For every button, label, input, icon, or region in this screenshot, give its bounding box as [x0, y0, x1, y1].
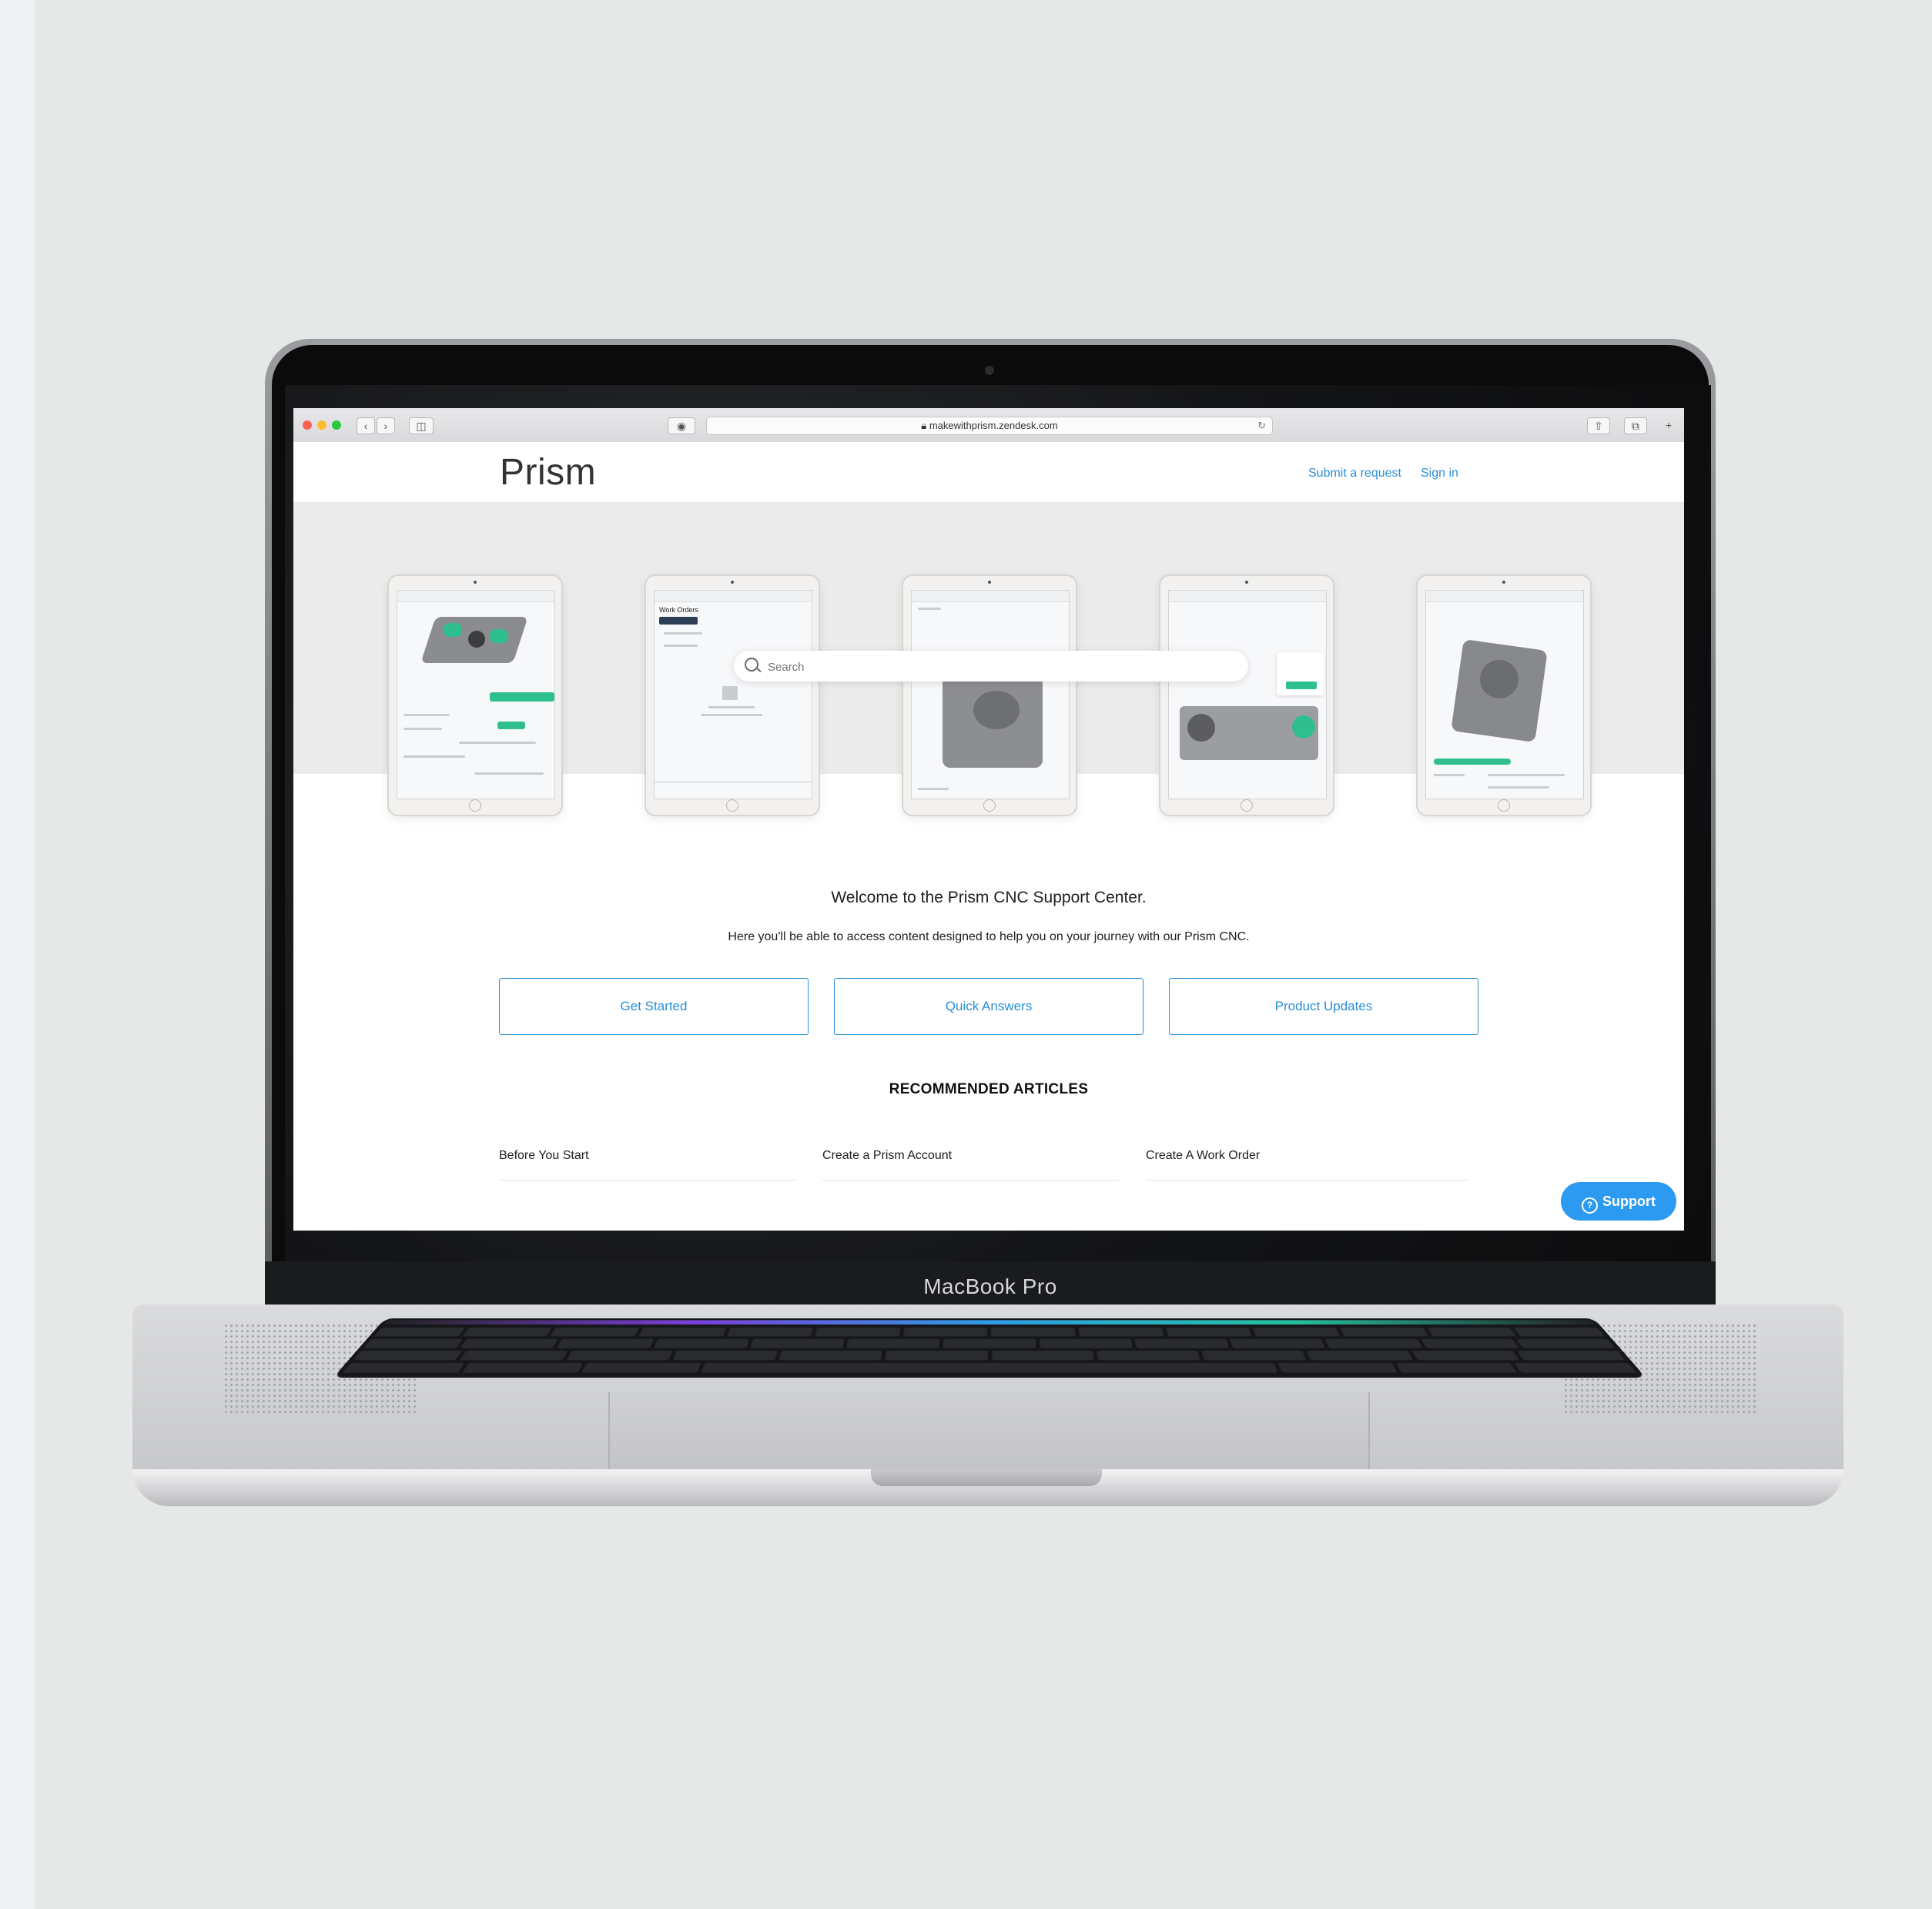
- new-tab-icon[interactable]: +: [1659, 417, 1678, 433]
- forward-arrow-icon[interactable]: ›: [377, 417, 395, 434]
- recommended-articles-heading: RECOMMENDED ARTICLES: [293, 1081, 1684, 1098]
- welcome-intro: Here you'll be able to access content de…: [293, 930, 1684, 944]
- tabs-overview-icon[interactable]: ⧉: [1624, 417, 1647, 434]
- webcam-icon: [985, 366, 994, 375]
- welcome-heading: Welcome to the Prism CNC Support Center.: [293, 889, 1684, 907]
- search-icon: [745, 658, 758, 671]
- ipad-mockup-part-view: [902, 574, 1077, 816]
- browser-toolbar: ‹ › ◫ ◉ 🔒︎ makewithprism.zendesk.com ↻ ⇧…: [293, 408, 1684, 443]
- share-icon[interactable]: ⇧: [1587, 417, 1610, 434]
- address-bar[interactable]: 🔒︎ makewithprism.zendesk.com ↻: [706, 417, 1273, 435]
- site-header: Prism Submit a request Sign in: [293, 442, 1684, 503]
- get-started-button[interactable]: Get Started: [499, 978, 809, 1035]
- touch-bar: [384, 1320, 1595, 1325]
- device-label: MacBook Pro: [265, 1274, 1716, 1299]
- zoom-window-button[interactable]: [332, 420, 341, 430]
- quick-answers-button[interactable]: Quick Answers: [834, 978, 1143, 1035]
- reload-icon[interactable]: ↻: [1257, 417, 1266, 434]
- lid-opening-notch: [871, 1469, 1102, 1486]
- browser-window: ‹ › ◫ ◉ 🔒︎ makewithprism.zendesk.com ↻ ⇧…: [293, 408, 1684, 1231]
- trackpad: [608, 1392, 1370, 1471]
- support-label: Support: [1602, 1194, 1656, 1209]
- lock-icon: 🔒︎: [921, 420, 929, 431]
- prism-logo[interactable]: Prism: [500, 451, 596, 494]
- help-circle-icon: ?: [1582, 1197, 1598, 1214]
- ipad-mockup-progress: [1416, 574, 1592, 816]
- sidebar-toggle-icon[interactable]: ◫: [409, 417, 434, 434]
- ipad-mockup-3d-part: [387, 574, 563, 816]
- search-input[interactable]: [766, 658, 1231, 676]
- ipad-mockup-operation: [1159, 574, 1334, 816]
- privacy-report-icon[interactable]: ◉: [668, 417, 695, 434]
- work-orders-title: Work Orders: [659, 606, 698, 614]
- keyboard: [333, 1318, 1646, 1378]
- article-link-create-account[interactable]: Create a Prism Account: [822, 1149, 1120, 1181]
- article-link-before-you-start[interactable]: Before You Start: [499, 1149, 796, 1181]
- minimize-window-button[interactable]: [317, 420, 326, 430]
- submit-request-link[interactable]: Submit a request: [1308, 467, 1401, 481]
- close-window-button[interactable]: [303, 420, 312, 430]
- back-arrow-icon[interactable]: ‹: [357, 417, 375, 434]
- search-bar[interactable]: [734, 651, 1248, 682]
- support-widget-button[interactable]: ? Support: [1561, 1182, 1676, 1221]
- article-link-create-work-order[interactable]: Create A Work Order: [1146, 1149, 1469, 1181]
- sign-in-link[interactable]: Sign in: [1421, 467, 1458, 481]
- ipad-mockup-work-orders: Work Orders: [645, 574, 820, 816]
- address-url: makewithprism.zendesk.com: [929, 420, 1058, 431]
- product-updates-button[interactable]: Product Updates: [1169, 978, 1478, 1035]
